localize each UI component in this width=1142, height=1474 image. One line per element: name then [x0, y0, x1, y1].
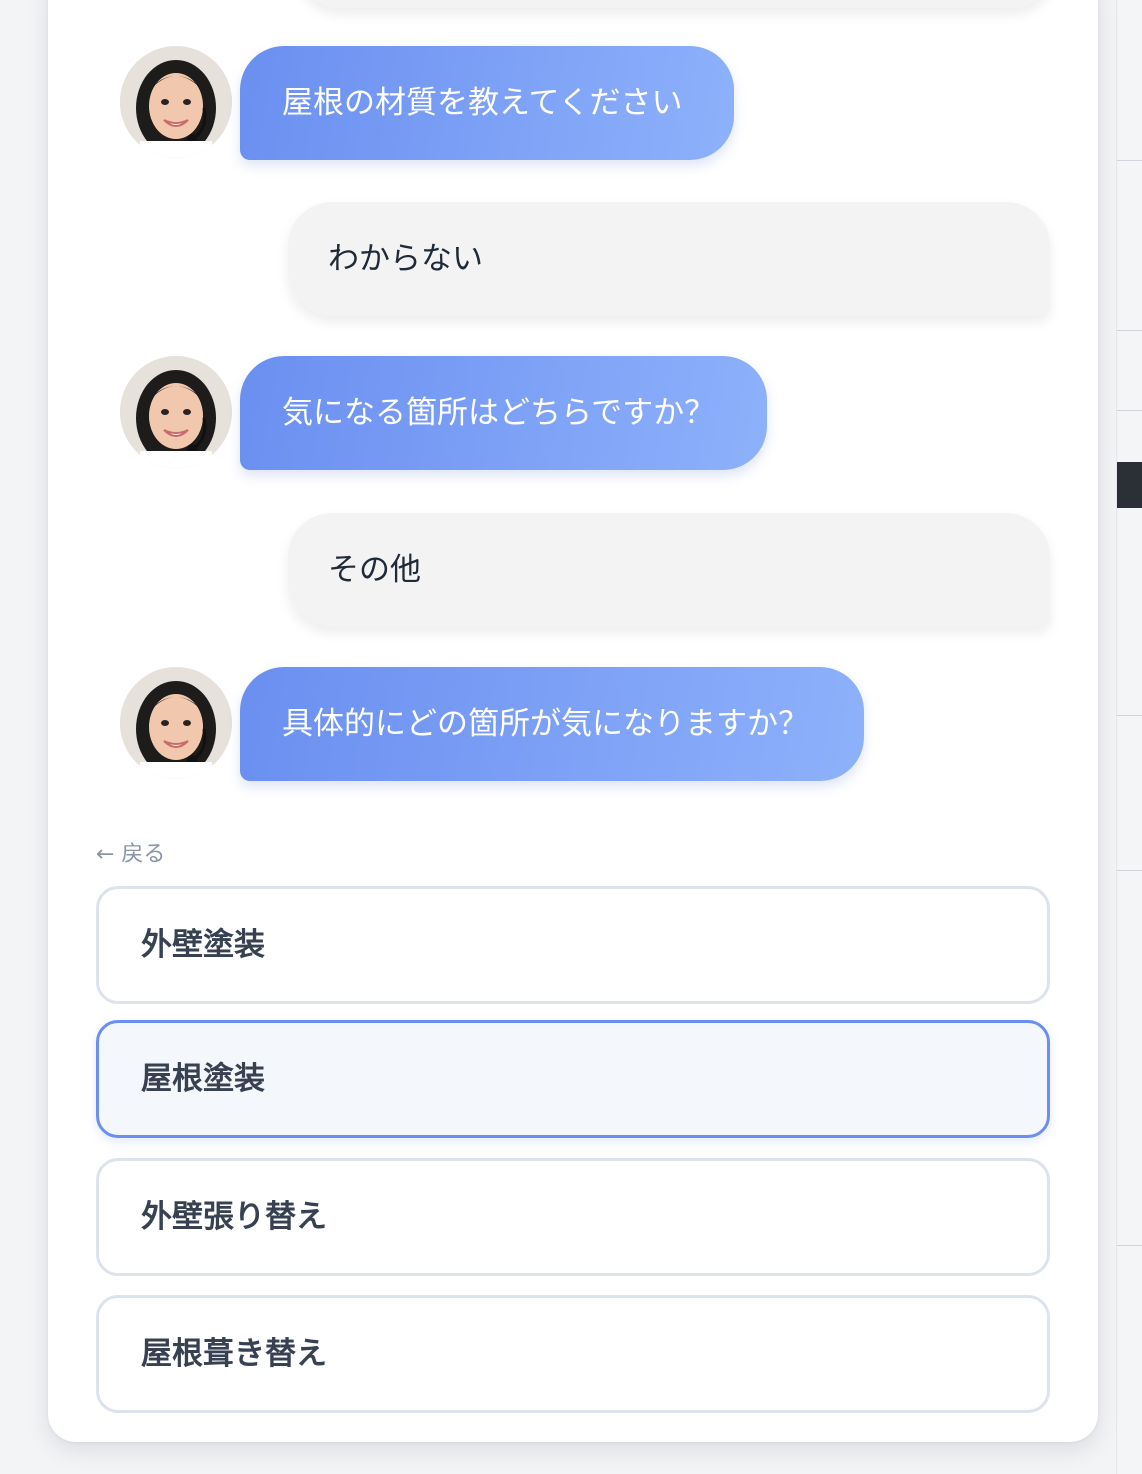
background-dark-strip [1117, 462, 1142, 508]
bot-message: 屋根の材質を教えてください [240, 46, 734, 160]
background-window-edge [1116, 0, 1142, 1474]
option-button[interactable]: 外壁張り替え [96, 1158, 1050, 1276]
operator-avatar-icon [120, 667, 232, 779]
operator-avatar-icon [120, 356, 232, 468]
user-message: わからない [288, 202, 1050, 316]
option-button[interactable]: 屋根葺き替え [96, 1295, 1050, 1413]
option-button-selected[interactable]: 屋根塗装 [96, 1020, 1050, 1138]
previous-user-message [300, 0, 1052, 8]
back-link[interactable]: ← 戻る [96, 836, 165, 868]
bot-message: 気になる箇所はどちらですか？ [240, 356, 767, 470]
bot-message: 具体的にどの箇所が気になりますか？ [240, 667, 864, 781]
chat-panel: 屋根の材質を教えてください わからない 気になる箇所はどちらですか？ その他 具… [48, 0, 1098, 1442]
option-button[interactable]: 外壁塗装 [96, 886, 1050, 1004]
user-message: その他 [288, 513, 1050, 627]
operator-avatar-icon [120, 46, 232, 158]
